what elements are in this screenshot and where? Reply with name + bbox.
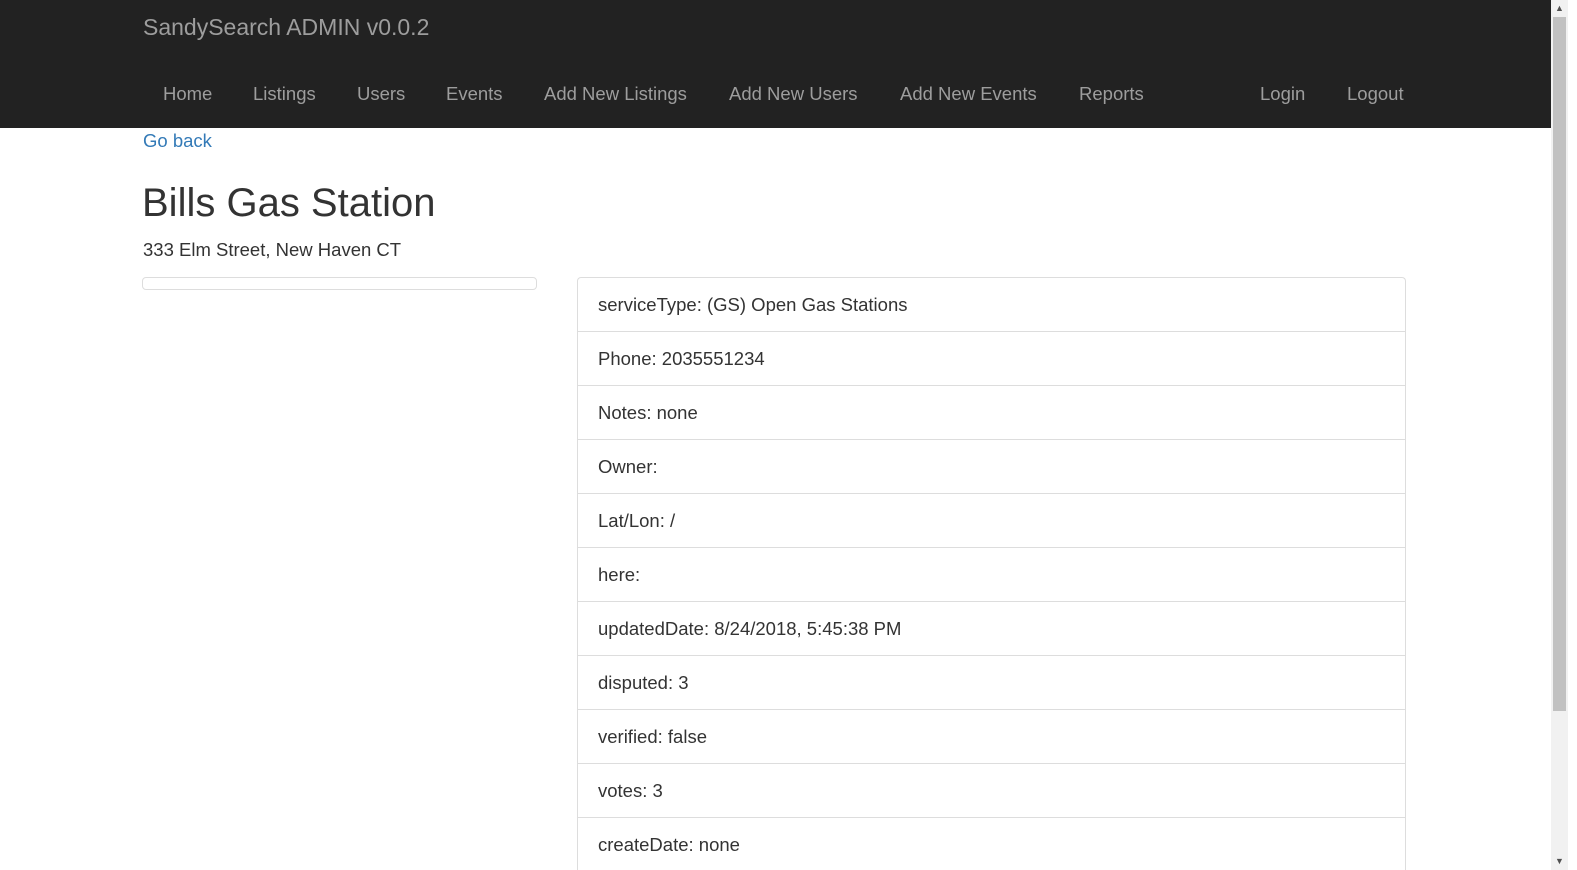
detail-verified: verified: false — [578, 709, 1405, 763]
nav-add-new-users[interactable]: Add New Users — [729, 80, 858, 108]
page-title: Bills Gas Station — [142, 181, 436, 225]
detail-create-date: createDate: none — [578, 817, 1405, 870]
vertical-scrollbar[interactable]: ▲ ▼ — [1551, 0, 1568, 870]
detail-disputed: disputed: 3 — [578, 655, 1405, 709]
scroll-up-arrow-icon[interactable]: ▲ — [1551, 0, 1568, 17]
detail-updated-date: updatedDate: 8/24/2018, 5:45:38 PM — [578, 601, 1405, 655]
nav-logout[interactable]: Logout — [1347, 80, 1404, 108]
nav-events[interactable]: Events — [446, 80, 503, 108]
page: SandySearch ADMIN v0.0.2 Home Listings U… — [0, 0, 1577, 870]
brand-link[interactable]: SandySearch ADMIN v0.0.2 — [143, 12, 429, 42]
listing-address: 333 Elm Street, New Haven CT — [143, 239, 402, 260]
left-panel — [142, 277, 537, 290]
detail-service-type: serviceType: (GS) Open Gas Stations — [598, 294, 908, 315]
scroll-down-arrow-icon[interactable]: ▼ — [1551, 853, 1568, 870]
scrollbar-thumb[interactable] — [1553, 17, 1566, 711]
detail-lat-lon: Lat/Lon: / — [578, 493, 1405, 547]
detail-phone: Phone: 2035551234 — [578, 331, 1405, 385]
nav-users[interactable]: Users — [357, 80, 405, 108]
detail-votes: votes: 3 — [578, 763, 1405, 817]
nav-login[interactable]: Login — [1260, 80, 1305, 108]
nav-reports[interactable]: Reports — [1079, 80, 1144, 108]
nav-home[interactable]: Home — [163, 80, 212, 108]
detail-notes: Notes: none — [578, 385, 1405, 439]
go-back-link[interactable]: Go back — [143, 128, 212, 154]
detail-owner: Owner: — [578, 439, 1405, 493]
details-list: serviceType: (GS) Open Gas Stations Phon… — [577, 277, 1406, 870]
nav-add-new-events[interactable]: Add New Events — [900, 80, 1037, 108]
nav-add-new-listings[interactable]: Add New Listings — [544, 80, 687, 108]
detail-here: here: — [578, 547, 1405, 601]
nav-listings[interactable]: Listings — [253, 80, 316, 108]
top-navbar: SandySearch ADMIN v0.0.2 Home Listings U… — [0, 0, 1551, 128]
